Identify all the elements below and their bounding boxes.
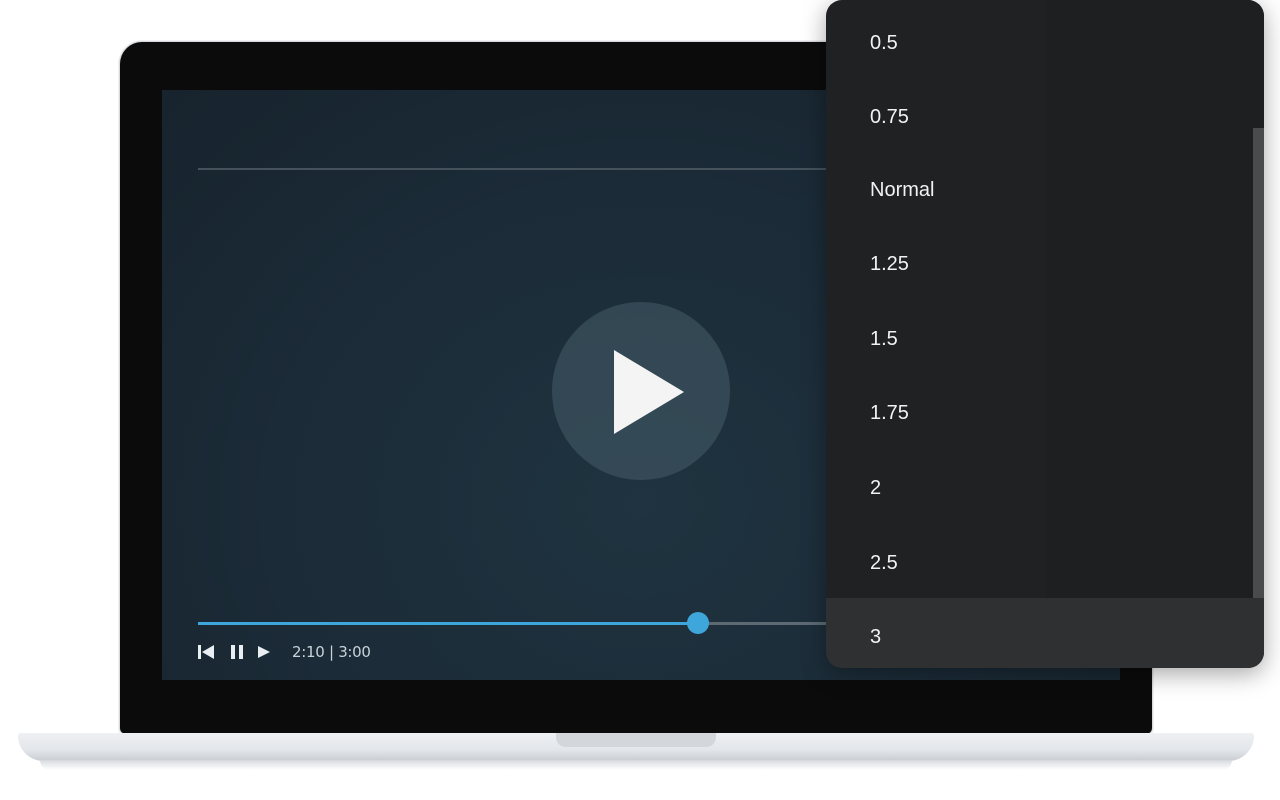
speed-option-label: 1.5 (870, 328, 898, 350)
speed-option-2[interactable]: 2 (826, 449, 1264, 521)
time-separator: | (328, 643, 334, 661)
player-controls: 2:10 | 3:00 (198, 642, 371, 662)
big-play-button[interactable] (552, 302, 730, 480)
speed-option-1-25[interactable]: 1.25 (826, 225, 1264, 297)
speed-option-1-5[interactable]: 1.5 (826, 300, 1264, 372)
speed-option-label: 0.75 (870, 106, 909, 128)
speed-option-label: 1.75 (870, 402, 909, 424)
speed-option-1-75[interactable]: 1.75 (826, 374, 1264, 446)
speed-option-3[interactable]: 3 (826, 598, 1264, 668)
speed-option-label: 2 (870, 477, 882, 499)
speed-option-label: 3 (870, 626, 882, 648)
pause-icon[interactable] (230, 645, 244, 659)
elapsed-time: 2:10 (292, 643, 325, 661)
speed-option-label: 1.25 (870, 253, 909, 275)
speed-option-label: 0.5 (870, 32, 898, 54)
laptop-base (18, 733, 1254, 761)
progress-fill (198, 622, 699, 625)
speed-option-0-75[interactable]: 0.75 (826, 78, 1264, 150)
skip-back-icon[interactable] (198, 645, 216, 659)
laptop-shadow (40, 760, 1232, 770)
play-icon (614, 350, 684, 434)
progress-thumb[interactable] (687, 612, 710, 634)
time-readout: 2:10 | 3:00 (292, 643, 371, 661)
speed-option-label: Normal (870, 179, 935, 201)
speed-option-2-5[interactable]: 2.5 (826, 524, 1264, 596)
play-small-icon[interactable] (258, 645, 270, 659)
speed-option-normal[interactable]: Normal (826, 151, 1264, 223)
speed-option-0-5[interactable]: 0.5 (826, 4, 1264, 76)
total-duration: 3:00 (338, 643, 371, 661)
laptop-notch (556, 733, 716, 747)
playback-speed-menu: 0.5 0.75 Normal 1.25 1.5 1.75 2 2.5 3 (826, 0, 1264, 668)
speed-option-label: 2.5 (870, 552, 898, 574)
